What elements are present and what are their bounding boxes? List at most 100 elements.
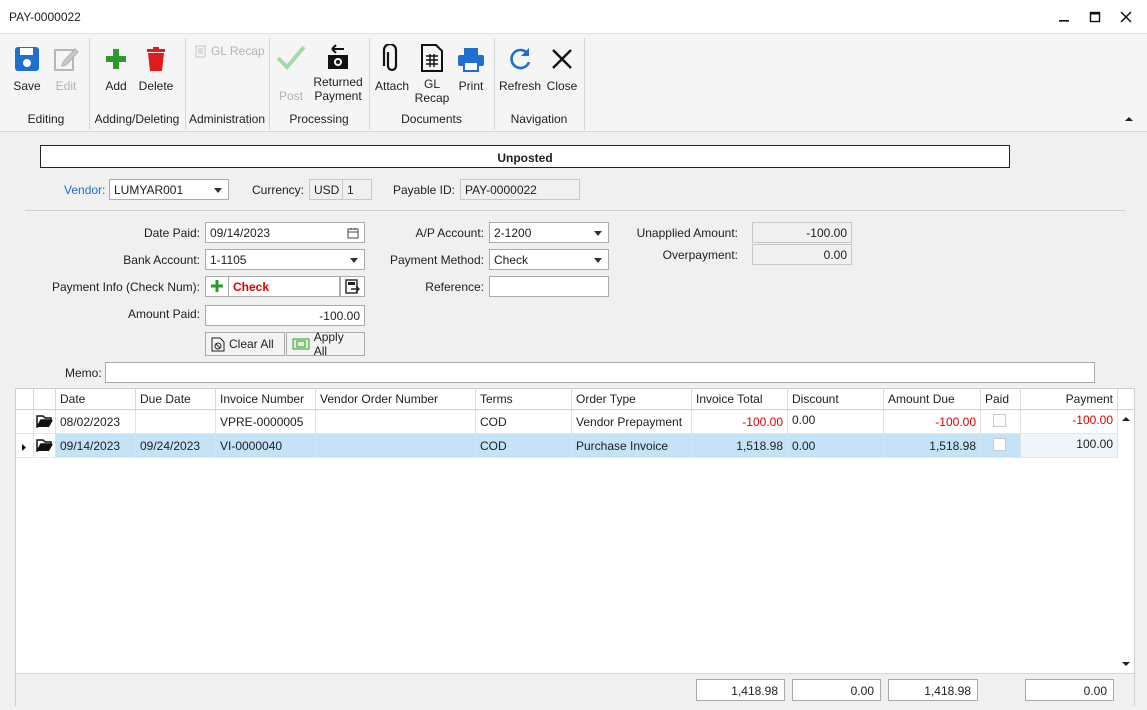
- edit-button[interactable]: Edit: [48, 43, 84, 103]
- cell-terms[interactable]: COD: [476, 434, 572, 458]
- reference-field[interactable]: [489, 276, 609, 297]
- returned-payment-button[interactable]: Returned Payment: [311, 43, 365, 103]
- ap-account-dropdown[interactable]: 2-1200: [489, 222, 609, 243]
- title-bar: PAY-0000022: [0, 0, 1147, 34]
- print-button[interactable]: Print: [453, 43, 489, 103]
- post-button[interactable]: Post: [273, 43, 309, 103]
- cell-amount-due[interactable]: -100.00: [884, 410, 981, 434]
- currency-label: Currency:: [251, 183, 304, 197]
- column-header-payment[interactable]: Payment: [1021, 389, 1118, 410]
- column-header-terms[interactable]: Terms: [476, 389, 572, 410]
- date-paid-field[interactable]: 09/14/2023: [205, 222, 365, 243]
- payable-id-label: Payable ID:: [392, 183, 455, 197]
- row-indicator[interactable]: [16, 434, 34, 458]
- check-lookup-button[interactable]: [340, 276, 365, 297]
- checkmark-icon: [275, 43, 307, 71]
- cell-date[interactable]: 08/02/2023: [56, 410, 136, 434]
- window-close-button[interactable]: [1115, 6, 1137, 28]
- column-header-vendor-order-number[interactable]: Vendor Order Number: [316, 389, 476, 410]
- spreadsheet-doc-icon: [416, 43, 448, 73]
- scroll-down-icon: [1122, 662, 1130, 666]
- column-header-due-date[interactable]: Due Date: [136, 389, 216, 410]
- cell-invoice-total[interactable]: -100.00: [692, 410, 788, 434]
- reference-label: Reference:: [425, 280, 484, 294]
- paid-checkbox[interactable]: [993, 438, 1006, 451]
- total-payment: 0.00: [1025, 679, 1114, 701]
- currency-rate-field: 1: [342, 179, 372, 200]
- add-button[interactable]: Add: [98, 43, 134, 103]
- vendor-label[interactable]: Vendor:: [64, 183, 105, 197]
- unapplied-amount-label: Unapplied Amount:: [636, 226, 738, 240]
- gl-recap-admin-button[interactable]: GL Recap: [195, 44, 265, 58]
- cell-paid[interactable]: [981, 410, 1021, 434]
- returned-payment-icon: [322, 43, 354, 71]
- amount-paid-field[interactable]: -100.00: [205, 305, 365, 326]
- cell-vendor-order-number[interactable]: [316, 434, 476, 458]
- refresh-button[interactable]: Refresh: [498, 43, 542, 103]
- row-indicator[interactable]: [16, 410, 34, 434]
- delete-button[interactable]: Delete: [136, 43, 176, 103]
- document-icon: [195, 45, 206, 57]
- column-header-amount-due[interactable]: Amount Due: [884, 389, 981, 410]
- group-label-editing: Editing: [27, 112, 65, 126]
- minimize-button[interactable]: [1053, 6, 1075, 28]
- cell-order-type[interactable]: Purchase Invoice: [572, 434, 692, 458]
- bank-account-dropdown[interactable]: 1-1105: [205, 249, 365, 270]
- attach-button[interactable]: Attach: [373, 43, 411, 103]
- close-icon: [546, 43, 578, 75]
- clear-all-button[interactable]: Clear All: [205, 332, 285, 356]
- scroll-up-icon: [1122, 417, 1130, 421]
- cell-vendor-order-number[interactable]: [316, 410, 476, 434]
- collapse-ribbon-button[interactable]: [1124, 112, 1134, 126]
- chevron-up-icon: [1125, 117, 1133, 121]
- payment-info-label: Payment Info (Check Num):: [51, 280, 200, 294]
- cell-invoice-number[interactable]: VPRE-0000005: [216, 410, 316, 434]
- cell-invoice-number[interactable]: VI-0000040: [216, 434, 316, 458]
- divider: [25, 210, 1125, 211]
- cell-payment[interactable]: -100.00: [1021, 410, 1118, 434]
- paid-checkbox[interactable]: [993, 414, 1006, 427]
- column-header-invoice-number[interactable]: Invoice Number: [216, 389, 316, 410]
- cell-due-date[interactable]: 09/24/2023: [136, 434, 216, 458]
- cell-terms[interactable]: COD: [476, 410, 572, 434]
- group-label-processing: Processing: [289, 112, 349, 126]
- maximize-button[interactable]: [1084, 6, 1106, 28]
- table-row-folder-button[interactable]: [34, 434, 56, 458]
- save-icon: [11, 43, 43, 75]
- column-header-paid[interactable]: Paid: [981, 389, 1021, 410]
- payment-method-dropdown[interactable]: Check: [489, 249, 609, 270]
- column-header-date[interactable]: Date: [56, 389, 136, 410]
- cell-discount[interactable]: 0.00: [788, 434, 884, 458]
- payment-info-field[interactable]: Check: [228, 276, 340, 297]
- cell-paid[interactable]: [981, 434, 1021, 458]
- cell-date[interactable]: 09/14/2023: [56, 434, 136, 458]
- overpayment-label: Overpayment:: [662, 248, 738, 262]
- plus-icon: [100, 43, 132, 75]
- memo-label: Memo:: [65, 366, 102, 380]
- cell-amount-due[interactable]: 1,518.98: [884, 434, 981, 458]
- save-button[interactable]: Save: [8, 43, 46, 103]
- amount-paid-label: Amount Paid:: [127, 307, 200, 321]
- clear-doc-icon: [211, 337, 225, 351]
- table-row-folder-button[interactable]: [34, 410, 56, 434]
- cell-due-date[interactable]: [136, 410, 216, 434]
- column-header-order-type[interactable]: Order Type: [572, 389, 692, 410]
- apply-all-button[interactable]: Apply All: [286, 330, 365, 358]
- overpayment-field: 0.00: [752, 244, 852, 265]
- calendar-icon: [347, 228, 359, 239]
- cell-invoice-total[interactable]: 1,518.98: [692, 434, 788, 458]
- cell-payment[interactable]: 100.00: [1021, 434, 1118, 458]
- column-header-discount[interactable]: Discount: [788, 389, 884, 410]
- scroll-header: [1118, 389, 1134, 410]
- payment-method-label: Payment Method:: [389, 253, 484, 267]
- memo-field[interactable]: [105, 362, 1095, 383]
- gl-recap-button[interactable]: GL Recap: [413, 43, 451, 105]
- grid-vertical-scrollbar[interactable]: [1118, 410, 1134, 673]
- cell-discount[interactable]: 0.00: [788, 410, 884, 434]
- close-button[interactable]: Close: [544, 43, 580, 103]
- vendor-dropdown[interactable]: LUMYAR001: [109, 179, 229, 200]
- add-check-button[interactable]: [205, 276, 229, 297]
- column-header-invoice-total[interactable]: Invoice Total: [692, 389, 788, 410]
- cell-order-type[interactable]: Vendor Prepayment: [572, 410, 692, 434]
- folder-open-icon: [36, 439, 53, 454]
